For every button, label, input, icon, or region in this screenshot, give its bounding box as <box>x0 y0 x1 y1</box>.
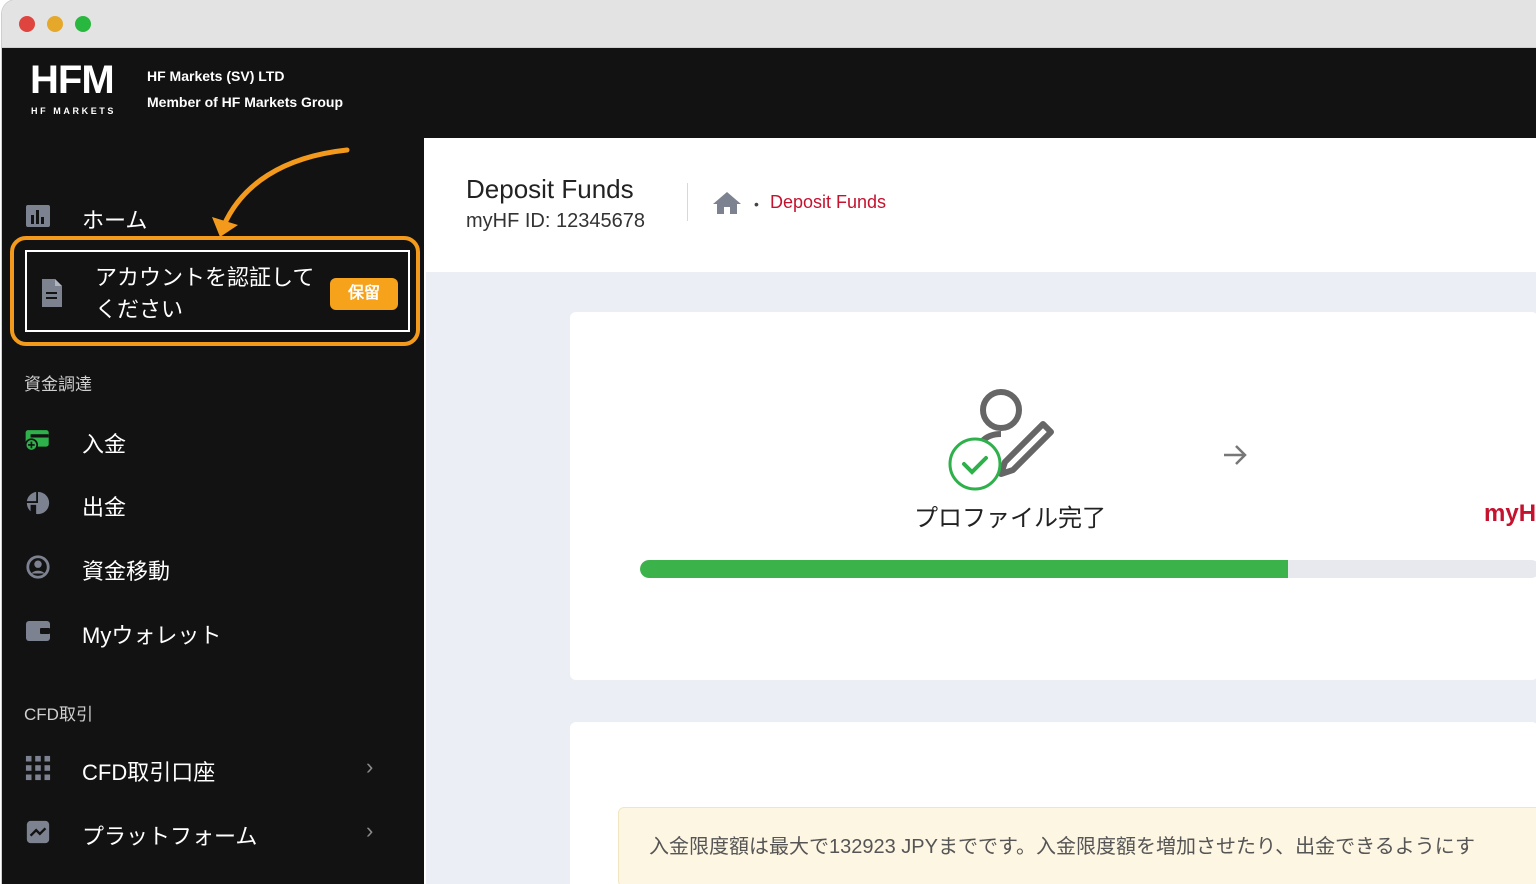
main-content: Deposit Funds myHF ID: 12345678 • Deposi… <box>426 138 1536 884</box>
document-icon <box>42 279 62 307</box>
sidebar-item-label: 入金 <box>82 432 127 457</box>
sidebar-item-label: 出金 <box>82 495 127 520</box>
chevron-right-icon: › <box>366 754 374 779</box>
section-funding: 資金調達 <box>24 375 92 394</box>
grid-icon <box>25 755 51 781</box>
browser-window: HFM HF MARKETS HF Markets (SV) LTD Membe… <box>2 0 1536 884</box>
sidebar-item-label: ホーム <box>82 208 148 233</box>
platform-chart-icon <box>26 820 50 844</box>
sidebar-item-label: 資金移動 <box>82 559 171 584</box>
progress-bar <box>640 560 1536 578</box>
verify-account-highlight: アカウントを認証してください 保留 <box>10 236 420 346</box>
deposit-card: 入金限度額は最大で132923 JPYまでです。入金限度額を増加させたり、出金で… <box>570 722 1536 884</box>
page-title: Deposit Funds <box>466 174 634 204</box>
progress-card: プロファイル完了 myH <box>570 312 1536 680</box>
company-name: HF Markets (SV) LTD <box>147 68 285 84</box>
top-bar: HFM HF MARKETS HF Markets (SV) LTD Membe… <box>2 48 1536 138</box>
hfm-logo[interactable]: HFM HF MARKETS <box>30 58 140 116</box>
company-group: Member of HF Markets Group <box>147 94 344 110</box>
myhf-id: myHF ID: 12345678 <box>466 210 645 232</box>
transfer-icon <box>26 555 50 579</box>
arrow-right-icon <box>1224 445 1247 465</box>
profile-complete-icon <box>948 389 1054 491</box>
progress-fill <box>640 560 1288 578</box>
sidebar-item-withdraw[interactable]: 出金 <box>2 479 424 527</box>
minimize-window-button[interactable] <box>47 16 63 32</box>
step-label: プロファイル完了 <box>914 505 1106 532</box>
logo-subtitle: HF MARKETS <box>31 106 116 116</box>
chart-icon <box>26 205 50 227</box>
next-step-label: myH <box>1484 500 1536 527</box>
sidebar-item-label: アカウントを認証してください <box>95 265 315 322</box>
breadcrumb-current[interactable]: Deposit Funds <box>770 192 886 213</box>
logo-mark: HFM <box>30 58 115 102</box>
sidebar-item-verify-account[interactable]: アカウントを認証してください 保留 <box>25 250 410 332</box>
deposit-limit-notice: 入金限度額は最大で132923 JPYまでです。入金限度額を増加させたり、出金で… <box>618 807 1536 884</box>
breadcrumb-separator: • <box>754 196 759 212</box>
sidebar-item-wallet[interactable]: Myウォレット <box>2 607 424 655</box>
sidebar-item-label: プラットフォーム <box>82 824 258 849</box>
title-bar <box>2 0 1536 48</box>
status-badge: 保留 <box>330 278 398 310</box>
close-window-button[interactable] <box>19 16 35 32</box>
page-header: Deposit Funds myHF ID: 12345678 • Deposi… <box>426 138 1536 272</box>
company-info: HF Markets (SV) LTD Member of HF Markets… <box>147 63 343 115</box>
sidebar-item-label: CFD取引口座 <box>82 760 216 785</box>
deposit-wallet-icon <box>24 430 49 452</box>
notice-text: 入金限度額は最大で132923 JPYまでです。入金限度額を増加させたり、出金で… <box>649 836 1475 858</box>
chevron-right-icon: › <box>366 818 374 843</box>
wallet-icon <box>26 621 50 641</box>
withdraw-icon <box>26 491 50 515</box>
section-cfd: CFD取引 <box>24 705 93 724</box>
header-divider <box>687 183 688 221</box>
annotation-arrow-icon <box>212 147 350 237</box>
home-icon[interactable] <box>711 190 743 216</box>
sidebar-item-deposit[interactable]: 入金 <box>2 416 424 464</box>
maximize-window-button[interactable] <box>75 16 91 32</box>
sidebar-item-transfer[interactable]: 資金移動 <box>2 543 424 591</box>
sidebar-item-platforms[interactable]: プラットフォーム › <box>2 808 424 856</box>
sidebar-item-cfd-accounts[interactable]: CFD取引口座 › <box>2 744 424 792</box>
sidebar-item-label: Myウォレット <box>82 623 222 648</box>
